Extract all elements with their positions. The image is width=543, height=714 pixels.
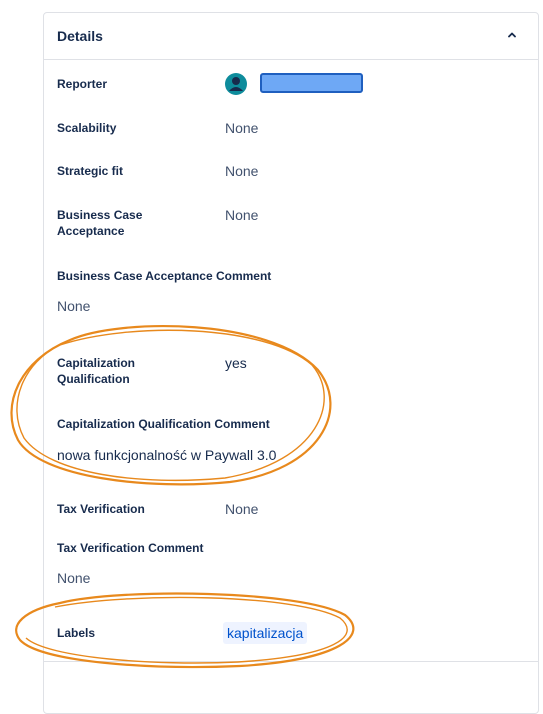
labels-label: Labels [57,626,96,640]
strategic-fit-label: Strategic fit [57,164,124,178]
business-case-acceptance-label-line1: Business Case [57,208,143,222]
divider [44,661,538,662]
tax-verification-comment-label: Tax Verification Comment [57,541,204,555]
capitalization-qualification-label-line2: Qualification [57,372,130,386]
scalability-value[interactable]: None [225,119,258,137]
capitalization-qualification-comment-label: Capitalization Qualification Comment [57,417,270,431]
reporter-name-redacted[interactable] [260,73,363,93]
tax-verification-label: Tax Verification [57,502,145,516]
reporter-label: Reporter [57,77,108,91]
scalability-label: Scalability [57,121,117,135]
user-avatar-icon[interactable] [225,73,247,95]
business-case-acceptance-label-line2: Acceptance [57,224,125,238]
strategic-fit-value[interactable]: None [225,162,258,180]
details-title: Details [57,28,103,44]
business-case-acceptance-comment-value[interactable]: None [57,297,90,315]
business-case-acceptance-comment-label: Business Case Acceptance Comment [57,269,272,283]
details-panel: Details Reporter Scalability None Strate… [43,12,539,714]
tax-verification-comment-value[interactable]: None [57,569,90,587]
tax-verification-value[interactable]: None [225,500,258,518]
label-tag[interactable]: kapitalizacja [223,622,308,644]
business-case-acceptance-value[interactable]: None [225,206,258,224]
business-case-acceptance-label: Business Case Acceptance [57,207,142,239]
details-header[interactable]: Details [44,13,538,60]
chevron-up-icon[interactable] [506,29,518,41]
capitalization-qualification-value[interactable]: yes [225,354,247,372]
capitalization-qualification-comment-value[interactable]: nowa funkcjonalność w Paywall 3.0 [57,446,276,464]
capitalization-qualification-label: Capitalization Qualification [57,355,135,387]
capitalization-qualification-label-line1: Capitalization [57,356,136,370]
